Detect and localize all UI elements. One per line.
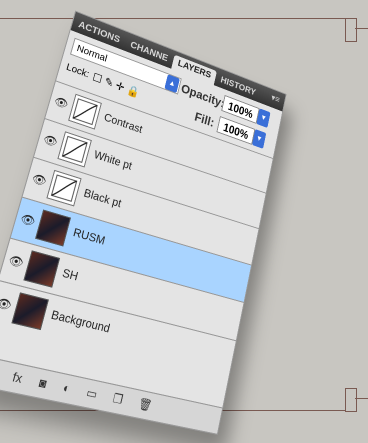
- layer-name: Background: [49, 308, 112, 336]
- layer-thumbnail: [23, 250, 61, 288]
- visibility-eye-icon[interactable]: 👁: [42, 132, 60, 150]
- layer-thumbnail: [35, 209, 72, 247]
- curves-adjustment-thumbnail-icon: [68, 93, 102, 130]
- background-bracket-bottom: [345, 388, 357, 412]
- opacity-dropdown-arrow-icon[interactable]: ▼: [256, 108, 271, 128]
- layer-style-icon[interactable]: fx: [11, 371, 24, 387]
- visibility-eye-icon[interactable]: 👁: [0, 295, 14, 314]
- curves-adjustment-thumbnail-icon: [46, 169, 82, 207]
- layer-name: White pt: [92, 148, 134, 173]
- delete-layer-icon[interactable]: 🗑: [137, 396, 153, 413]
- adjustment-layer-icon[interactable]: ◐: [61, 381, 71, 396]
- layer-name: RUSM: [71, 226, 107, 248]
- new-group-icon[interactable]: ▭: [85, 385, 99, 402]
- curves-adjustment-thumbnail-icon: [57, 131, 92, 168]
- layer-thumbnail: [11, 292, 49, 331]
- new-layer-icon[interactable]: ❐: [111, 391, 124, 407]
- layers-panel: ACTIONS CHANNE LAYERS HISTORY ▾≡ Normal …: [0, 10, 287, 435]
- visibility-eye-icon[interactable]: 👁: [19, 211, 38, 230]
- background-line-top: [0, 18, 345, 19]
- fill-dropdown-arrow-icon[interactable]: ▼: [251, 129, 267, 149]
- background-bracket-top: [345, 18, 357, 42]
- visibility-eye-icon[interactable]: 👁: [7, 253, 26, 272]
- layer-name: Contrast: [102, 111, 144, 137]
- layer-mask-icon[interactable]: ◙: [37, 376, 48, 391]
- background-line-bottom-right: [355, 398, 368, 399]
- lock-all-icon[interactable]: 🔒: [125, 84, 143, 100]
- visibility-eye-icon[interactable]: 👁: [53, 94, 70, 112]
- layers-panel-tilted: ACTIONS CHANNE LAYERS HISTORY ▾≡ Normal …: [0, 10, 287, 435]
- lock-label: Lock:: [64, 61, 91, 81]
- fill-label: Fill:: [193, 109, 216, 130]
- layer-name: Black pt: [82, 187, 123, 211]
- layer-name: SH: [60, 267, 80, 284]
- visibility-eye-icon[interactable]: 👁: [30, 171, 49, 190]
